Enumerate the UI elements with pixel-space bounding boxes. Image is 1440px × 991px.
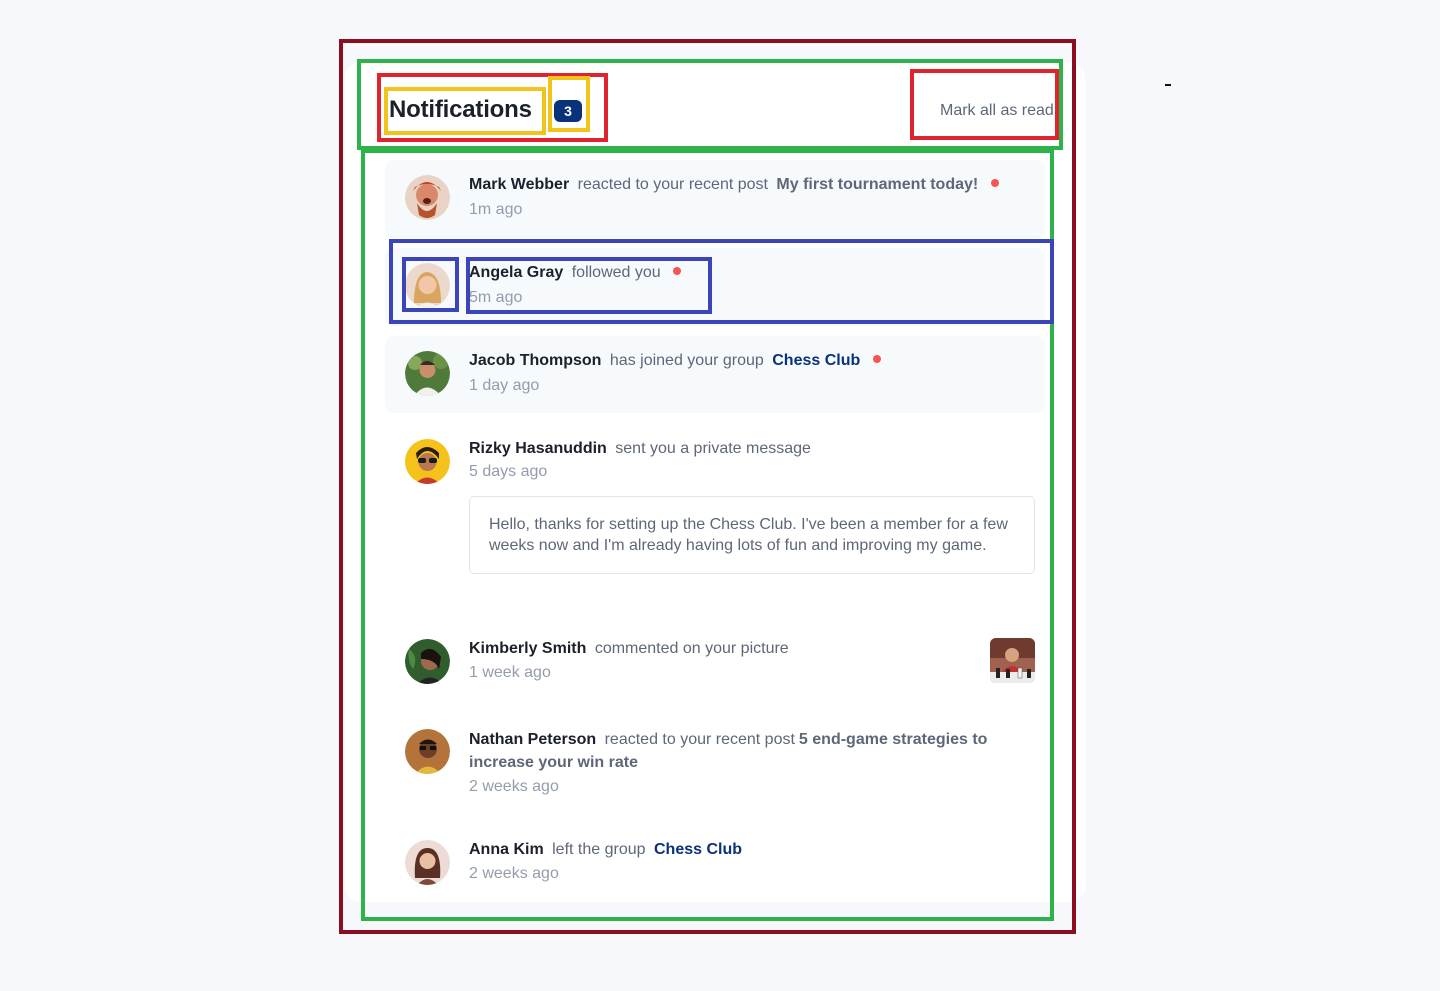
user-name-link[interactable]: Rizky Hasanuddin (469, 440, 607, 457)
notification-time: 2 weeks ago (469, 865, 559, 882)
notification-action-text: followed you (571, 264, 661, 281)
notification-time: 1m ago (469, 201, 523, 218)
notification-item[interactable]: Angela Gray followed you 5m ago (385, 248, 1045, 326)
notification-item[interactable]: Anna Kim left the group Chess Club 2 wee… (385, 837, 1045, 901)
notification-item[interactable]: Nathan Peterson reacted to your recent p… (385, 726, 1045, 816)
unread-dot-icon (990, 178, 999, 187)
notification-time: 5m ago (469, 289, 523, 306)
notification-time: 5 days ago (469, 463, 548, 480)
group-link[interactable]: Chess Club (772, 352, 860, 369)
user-name-link[interactable]: Jacob Thompson (469, 352, 601, 369)
notification-item[interactable]: Mark Webber reacted to your recent post … (385, 160, 1045, 238)
post-link[interactable]: My first tournament today! (776, 176, 978, 193)
mark-all-read-button[interactable]: Mark all as read (940, 102, 1054, 120)
avatar-icon[interactable] (405, 840, 450, 885)
notification-action-text: left the group (552, 841, 646, 858)
group-link[interactable]: Chess Club (654, 841, 742, 858)
avatar-icon[interactable] (405, 351, 450, 396)
avatar-icon[interactable] (405, 639, 450, 684)
notification-time: 2 weeks ago (469, 778, 559, 795)
notification-item[interactable]: Jacob Thompson has joined your group Che… (385, 336, 1045, 413)
notification-action-text: commented on your picture (594, 640, 789, 657)
avatar-icon[interactable] (405, 175, 450, 220)
user-name-link[interactable]: Angela Gray (469, 264, 563, 281)
commented-picture-thumbnail[interactable] (990, 638, 1035, 683)
unread-dot-icon (673, 266, 682, 275)
unread-dot-icon (872, 354, 881, 363)
notification-action-text: sent you a private message (615, 440, 811, 457)
notification-action-text: reacted to your recent post (577, 176, 768, 193)
stray-mark (1165, 84, 1171, 86)
private-message-preview[interactable]: Hello, thanks for setting up the Chess C… (469, 496, 1035, 574)
notification-time: 1 week ago (469, 664, 551, 681)
avatar-icon[interactable] (405, 439, 450, 484)
notification-action-text: reacted to your recent post (604, 731, 795, 748)
user-name-link[interactable]: Kimberly Smith (469, 640, 586, 657)
user-name-link[interactable]: Nathan Peterson (469, 731, 596, 748)
avatar-icon[interactable] (405, 729, 450, 774)
unread-count-badge: 3 (554, 100, 582, 122)
notification-item[interactable]: Rizky Hasanuddin sent you a private mess… (385, 424, 1045, 604)
user-name-link[interactable]: Mark Webber (469, 176, 569, 193)
avatar-icon[interactable] (405, 263, 450, 308)
notification-time: 1 day ago (469, 377, 540, 394)
user-name-link[interactable]: Anna Kim (469, 841, 544, 858)
notification-action-text: has joined your group (609, 352, 764, 369)
page-title: Notifications (389, 96, 532, 123)
notification-item[interactable]: Kimberly Smith commented on your picture… (385, 636, 1045, 706)
